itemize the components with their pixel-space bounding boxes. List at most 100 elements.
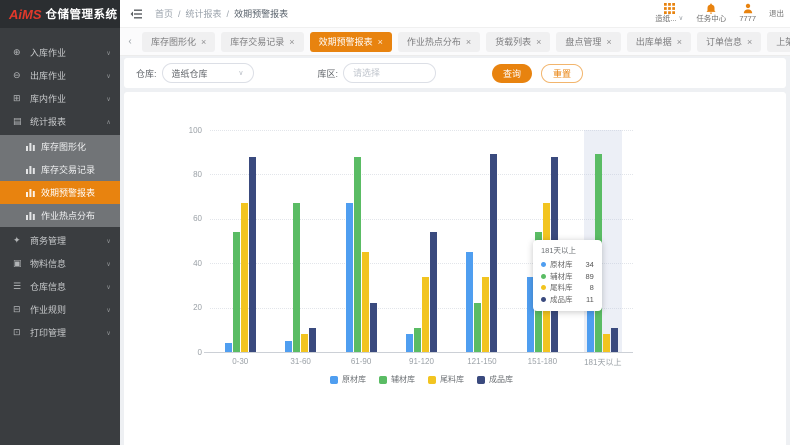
sidebar-subitem-label: 作业热点分布 (41, 209, 95, 222)
search-button[interactable]: 查询 (492, 64, 532, 83)
sidebar-item-business[interactable]: ✦商务管理∨ (0, 229, 120, 252)
bar-3-1[interactable] (309, 328, 316, 352)
warehouse-switcher[interactable]: 造纸...∨ (655, 3, 683, 23)
bar-0-1[interactable] (285, 341, 292, 352)
chevron-down-icon: ∨ (106, 95, 111, 102)
tooltip-series-value: 34 (577, 260, 594, 269)
legend-item-0[interactable]: 原材库 (330, 374, 366, 385)
x-axis-label: 91-120 (391, 357, 451, 366)
sidebar-item-rules[interactable]: ⊟作业规则∨ (0, 298, 120, 321)
sidebar-item-inbound[interactable]: ⊕入库作业∨ (0, 41, 120, 64)
bar-2-6[interactable] (603, 334, 610, 352)
task-center-button[interactable]: 任务中心 (696, 3, 726, 23)
warehouse-filter-label: 仓库: (136, 67, 157, 80)
bar-0-3[interactable] (406, 334, 413, 352)
sidebar-item-outbound[interactable]: ⊖出库作业∨ (0, 64, 120, 87)
tab-label: 货载列表 (495, 35, 531, 48)
apps-grid-icon (664, 3, 675, 14)
tooltip-series-dot (541, 274, 546, 279)
bar-1-4[interactable] (474, 303, 481, 352)
sidebar-subitem-expiry-warning[interactable]: 效期预警报表 (0, 181, 120, 204)
bar-1-1[interactable] (293, 203, 300, 352)
tab-load-list[interactable]: 货载列表 × (486, 32, 550, 52)
tooltip-series-name: 原材库 (550, 259, 573, 270)
tab-label: 库存交易记录 (230, 35, 284, 48)
breadcrumb-item[interactable]: 首页 (155, 7, 173, 20)
tabs-scroll-left-icon[interactable]: ‹ (124, 36, 136, 47)
bar-3-6[interactable] (611, 328, 618, 352)
tab-close-icon[interactable]: × (201, 37, 206, 47)
tooltip-series-value: 11 (577, 295, 594, 304)
y-axis-label: 0 (176, 348, 202, 357)
bar-1-3[interactable] (414, 328, 421, 352)
bar-0-0[interactable] (225, 343, 232, 352)
sidebar-item-reports[interactable]: ▤统计报表∧ (0, 110, 120, 133)
sidebar-item-label: 作业规则 (30, 303, 106, 316)
tooltip-series-dot (541, 285, 546, 290)
sidebar-item-warehouse[interactable]: ☰仓库信息∨ (0, 275, 120, 298)
bar-2-3[interactable] (422, 277, 429, 352)
bar-0-2[interactable] (346, 203, 353, 352)
logout-button[interactable]: 退出 (769, 8, 784, 19)
sidebar-subitem-hotspot-dist[interactable]: 作业热点分布 (0, 204, 120, 227)
tab-label: 上架规则 (776, 35, 790, 48)
sidebar-item-label: 仓库信息 (30, 280, 106, 293)
sidebar-item-label: 打印管理 (30, 326, 106, 339)
tab-close-icon[interactable]: × (747, 37, 752, 47)
bar-3-0[interactable] (249, 157, 256, 352)
bar-0-4[interactable] (466, 252, 473, 352)
tab-close-icon[interactable]: × (606, 37, 611, 47)
tab-close-icon[interactable]: × (289, 37, 294, 47)
tab-outbound-docs[interactable]: 出库单据× (627, 32, 691, 52)
bar-3-4[interactable] (490, 154, 497, 352)
bar-3-3[interactable] (430, 232, 437, 352)
sidebar-item-inhouse[interactable]: ⊞库内作业∨ (0, 87, 120, 110)
chevron-down-icon: ∨ (106, 49, 111, 56)
tab-close-icon[interactable]: × (466, 37, 471, 47)
sidebar-subitem-inventory-graph[interactable]: 库存图形化 (0, 135, 120, 158)
legend-item-3[interactable]: 成品库 (477, 374, 513, 385)
bar-2-2[interactable] (362, 252, 369, 352)
top-header: 首页/统计报表/效期预警报表 造纸...∨ 任务中心 7777 退出 (120, 0, 790, 28)
sidebar-subitem-inventory-trans[interactable]: 库存交易记录 (0, 158, 120, 181)
user-icon (743, 3, 753, 14)
bar-3-2[interactable] (370, 303, 377, 352)
tab-hotspot-dist[interactable]: 作业热点分布× (398, 32, 480, 52)
warehouse-select[interactable]: 造纸仓库 ∨ (162, 63, 254, 83)
bar-2-0[interactable] (241, 203, 248, 352)
tooltip-series-value: 89 (577, 272, 594, 281)
user-menu[interactable]: 7777 (739, 3, 756, 23)
tab-order-info[interactable]: 订单信息× (697, 32, 761, 52)
sidebar-item-print[interactable]: ⊡打印管理∨ (0, 321, 120, 344)
breadcrumb-separator: / (227, 9, 230, 19)
bar-1-2[interactable] (354, 157, 361, 352)
tooltip-row: 成品库11 (541, 294, 594, 306)
app-window: AiMS 仓储管理系统 ⊕入库作业∨⊖出库作业∨⊞库内作业∨▤统计报表∧库存图形… (0, 0, 790, 445)
legend-label: 辅材库 (391, 374, 415, 385)
bar-2-1[interactable] (301, 334, 308, 352)
sidebar-item-label: 统计报表 (30, 115, 106, 128)
reset-button[interactable]: 重置 (541, 64, 583, 83)
tooltip-series-value: 8 (581, 283, 594, 292)
tab-close-icon[interactable]: × (536, 37, 541, 47)
tooltip-series-dot (541, 297, 546, 302)
breadcrumb-item[interactable]: 统计报表 (186, 7, 222, 20)
legend-item-1[interactable]: 辅材库 (379, 374, 415, 385)
tab-close-icon[interactable]: × (677, 37, 682, 47)
legend-swatch (330, 376, 338, 384)
sidebar-collapse-icon[interactable] (130, 8, 143, 20)
bar-1-0[interactable] (233, 232, 240, 352)
bar-2-4[interactable] (482, 277, 489, 352)
logo-brand: AiMS (9, 7, 42, 22)
main-area: 首页/统计报表/效期预警报表 造纸...∨ 任务中心 7777 退出 ‹ (120, 0, 790, 445)
tab-close-icon[interactable]: × (378, 37, 383, 47)
sidebar-item-material[interactable]: ▣物料信息∨ (0, 252, 120, 275)
tab-expiry-warning[interactable]: 效期预警报表× (310, 32, 392, 52)
sidebar-subitem-label: 库存图形化 (41, 140, 86, 153)
tab-inventory-trans[interactable]: 库存交易记录 × (221, 32, 303, 52)
tab-stocktake[interactable]: 盘点管理× (556, 32, 620, 52)
tab-inventory-graph[interactable]: 库存图形化× (142, 32, 215, 52)
zone-input[interactable] (343, 63, 436, 83)
tab-putaway-rules[interactable]: 上架规则× (767, 32, 790, 52)
legend-item-2[interactable]: 尾料库 (428, 374, 464, 385)
